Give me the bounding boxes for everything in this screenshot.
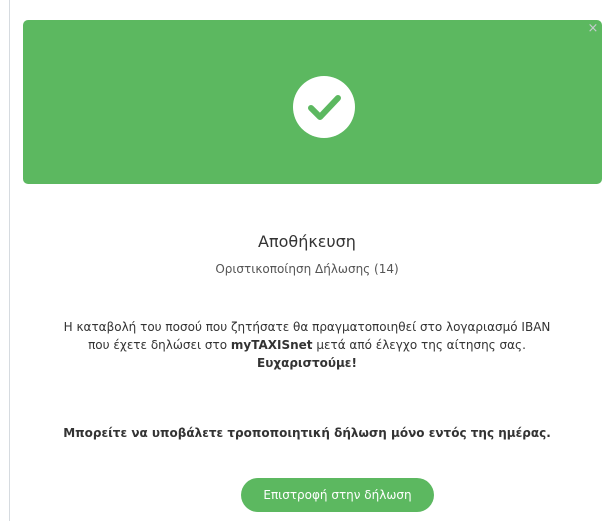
message-line-2: που έχετε δηλώσει στο myTAXISnet μετά απ… xyxy=(10,336,603,354)
thanks-text: Ευχαριστούμε! xyxy=(257,356,357,370)
message-line-2-end: μετά από έλεγχο της αίτησης σας. xyxy=(312,338,526,352)
success-dialog: × Αποθήκευση Οριστικοποίηση Δήλωσης (14)… xyxy=(9,0,603,521)
close-icon[interactable]: × xyxy=(586,22,600,36)
message-line-1: Η καταβολή του ποσού που ζητήσατε θα πρα… xyxy=(63,320,551,334)
success-banner: × xyxy=(23,20,602,184)
dialog-subtitle: Οριστικοποίηση Δήλωσης (14) xyxy=(215,262,399,276)
check-circle-icon xyxy=(293,76,355,138)
return-to-declaration-button[interactable]: Επιστροφή στην δήλωση xyxy=(241,478,434,512)
mytaxisnet-brand: myTAXISnet xyxy=(230,338,313,352)
dialog-title: Αποθήκευση xyxy=(258,232,356,251)
amendment-warning: Μπορείτε να υποβάλετε τροποποιητική δήλω… xyxy=(63,426,551,440)
message-line-2-start: που έχετε δηλώσει στο xyxy=(88,338,231,352)
payment-message: Η καταβολή του ποσού που ζητήσατε θα πρα… xyxy=(10,318,603,372)
